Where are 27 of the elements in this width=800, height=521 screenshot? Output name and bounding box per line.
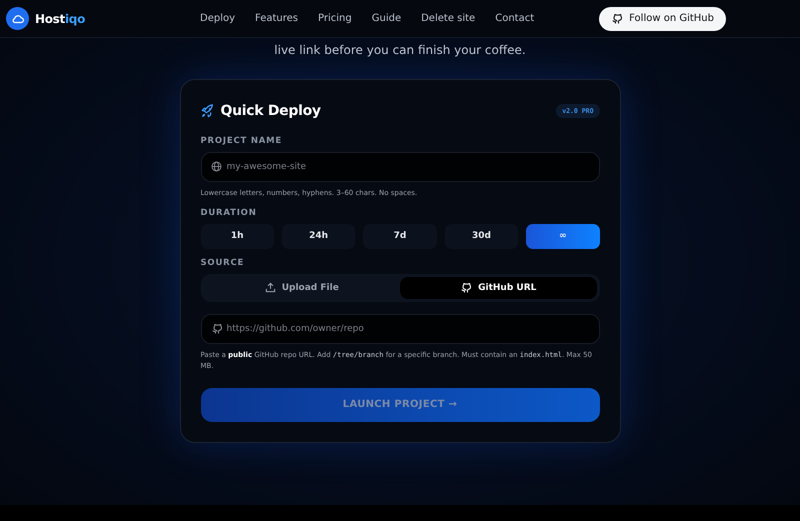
brand-name: Hostiqo xyxy=(35,12,86,26)
duration-option[interactable]: 7d xyxy=(363,224,437,249)
nav-link[interactable]: Deploy xyxy=(200,13,236,24)
input-field[interactable]: my-awesome-site xyxy=(200,152,600,182)
logo-icon xyxy=(6,7,29,30)
source-tab[interactable]: Upload File xyxy=(204,276,400,299)
source-tab[interactable]: GitHub URL xyxy=(400,276,596,299)
nav-link[interactable]: Pricing xyxy=(318,13,352,24)
upload-icon xyxy=(264,282,276,294)
field-label: DURATION xyxy=(200,208,258,218)
duration-option[interactable]: ∞ xyxy=(526,224,600,249)
github-icon xyxy=(611,12,624,24)
nav-link[interactable]: Features xyxy=(255,13,298,24)
nav-link[interactable]: Guide xyxy=(372,13,402,24)
field-label: PROJECT NAME xyxy=(200,136,284,146)
github-icon xyxy=(460,282,472,294)
nav-link[interactable]: Delete site xyxy=(421,13,476,24)
nav-link[interactable]: Contact xyxy=(495,13,534,24)
rocket-icon xyxy=(200,104,214,118)
card-title: Quick Deploy xyxy=(220,103,322,119)
duration-option[interactable]: 30d xyxy=(444,224,518,249)
subtitle: live link before you can finish your coffee. xyxy=(274,43,526,59)
field-label: SOURCE xyxy=(200,258,246,268)
duration-option[interactable]: 24h xyxy=(282,224,356,249)
follow-button[interactable]: Follow on GitHub xyxy=(599,6,726,30)
duration-option[interactable]: 1h xyxy=(200,224,274,249)
input-field[interactable]: https://github.com/owner/repo xyxy=(200,314,600,344)
